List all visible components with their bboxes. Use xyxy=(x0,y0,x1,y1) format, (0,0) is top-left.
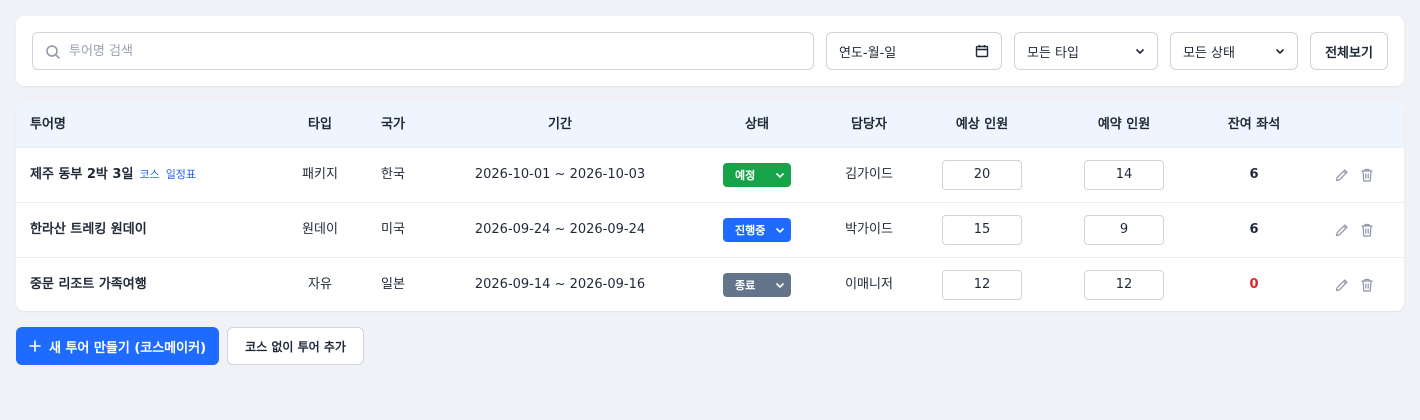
header-status: 상태 xyxy=(745,117,769,132)
expected-count-input[interactable]: 15 xyxy=(942,215,1022,245)
status-select-badge[interactable]: 진행중 xyxy=(723,218,791,242)
status-label: 예정 xyxy=(735,169,756,182)
status-select-value: 모든 상태 xyxy=(1183,45,1235,61)
header-country: 국가 xyxy=(381,117,405,132)
expected-count-input[interactable]: 12 xyxy=(942,270,1022,300)
tour-country: 한국 xyxy=(381,167,405,182)
tour-manager: 이매니저 xyxy=(845,277,893,292)
tour-name: 제주 동부 2박 3일 xyxy=(30,167,134,182)
tour-country: 일본 xyxy=(381,277,405,292)
add-tour-without-course-button[interactable]: 코스 없이 투어 추가 xyxy=(227,327,364,365)
tour-name-cell: 제주 동부 2박 3일 코스 일정표 xyxy=(30,148,196,203)
remaining-seats: 6 xyxy=(1249,167,1259,182)
create-tour-label: 새 투어 만들기 (코스메이커) xyxy=(48,340,207,356)
date-picker[interactable]: 연도-월-일 xyxy=(826,32,1002,70)
create-tour-button[interactable]: 새 투어 만들기 (코스메이커) xyxy=(16,327,219,365)
header-manager: 담당자 xyxy=(851,117,887,132)
tour-manager: 박가이드 xyxy=(845,222,893,237)
tour-type: 자유 xyxy=(308,277,332,292)
search-input[interactable] xyxy=(69,33,799,69)
table-row: 중문 리조트 가족여행 자유 일본 2026-09-14 ~ 2026-09-1… xyxy=(16,257,1404,311)
filter-bar: 연도-월-일 모든 타입 모든 상태 전체보기 xyxy=(16,16,1404,86)
header-period: 기간 xyxy=(548,117,572,132)
tour-period: 2026-10-01 ~ 2026-10-03 xyxy=(474,167,646,182)
chevron-down-icon xyxy=(775,172,785,179)
delete-trash-icon[interactable] xyxy=(1359,277,1375,293)
header-reserved: 예약 인원 xyxy=(1097,117,1151,132)
tour-name: 중문 리조트 가족여행 xyxy=(30,277,147,292)
reserved-count-input[interactable]: 9 xyxy=(1084,215,1164,245)
chevron-down-icon xyxy=(775,282,785,289)
edit-pencil-icon[interactable] xyxy=(1334,222,1350,238)
type-select-value: 모든 타입 xyxy=(1027,45,1079,61)
tour-type: 원데이 xyxy=(302,222,338,237)
status-label: 종료 xyxy=(735,279,756,292)
tour-type: 패키지 xyxy=(302,167,338,182)
table-row: 한라산 트레킹 원데이 원데이 미국 2026-09-24 ~ 2026-09-… xyxy=(16,202,1404,257)
view-all-button[interactable]: 전체보기 xyxy=(1310,32,1388,70)
chevron-down-icon xyxy=(1135,48,1145,55)
header-remaining: 잔여 좌석 xyxy=(1227,117,1281,132)
date-placeholder: 연도-월-일 xyxy=(839,45,897,61)
tour-period: 2026-09-24 ~ 2026-09-24 xyxy=(474,222,646,237)
header-type: 타입 xyxy=(308,117,332,132)
delete-trash-icon[interactable] xyxy=(1359,167,1375,183)
reserved-count-input[interactable]: 14 xyxy=(1084,160,1164,190)
course-link[interactable]: 코스 xyxy=(139,168,159,181)
search-icon xyxy=(46,45,60,59)
edit-pencil-icon[interactable] xyxy=(1334,277,1350,293)
table-header: 투어명 타입 국가 기간 상태 담당자 예상 인원 예약 인원 잔여 좌석 xyxy=(16,102,1404,147)
chevron-down-icon xyxy=(775,227,785,234)
tour-name-cell: 중문 리조트 가족여행 xyxy=(30,258,147,311)
status-select-badge[interactable]: 예정 xyxy=(723,163,791,187)
tour-period: 2026-09-14 ~ 2026-09-16 xyxy=(474,277,646,292)
expected-count-input[interactable]: 20 xyxy=(942,160,1022,190)
calendar-icon[interactable] xyxy=(975,44,989,58)
header-name: 투어명 xyxy=(30,117,66,132)
schedule-link[interactable]: 일정표 xyxy=(166,168,196,181)
tour-country: 미국 xyxy=(381,222,405,237)
status-label: 진행중 xyxy=(735,224,766,237)
reserved-count-input[interactable]: 12 xyxy=(1084,270,1164,300)
tour-manager: 김가이드 xyxy=(845,167,893,182)
plus-icon xyxy=(29,340,41,352)
tour-table: 투어명 타입 국가 기간 상태 담당자 예상 인원 예약 인원 잔여 좌석 제주… xyxy=(16,102,1404,311)
remaining-seats: 6 xyxy=(1249,222,1259,237)
status-select[interactable]: 모든 상태 xyxy=(1170,32,1298,70)
remaining-seats: 0 xyxy=(1249,277,1259,292)
delete-trash-icon[interactable] xyxy=(1359,222,1375,238)
edit-pencil-icon[interactable] xyxy=(1334,167,1350,183)
header-expected: 예상 인원 xyxy=(955,117,1009,132)
search-box[interactable] xyxy=(32,32,814,70)
tour-name: 한라산 트레킹 원데이 xyxy=(30,222,147,237)
chevron-down-icon xyxy=(1275,48,1285,55)
type-select[interactable]: 모든 타입 xyxy=(1014,32,1158,70)
status-select-badge[interactable]: 종료 xyxy=(723,273,791,297)
table-row: 제주 동부 2박 3일 코스 일정표 패키지 한국 2026-10-01 ~ 202… xyxy=(16,147,1404,202)
tour-name-cell: 한라산 트레킹 원데이 xyxy=(30,203,147,258)
